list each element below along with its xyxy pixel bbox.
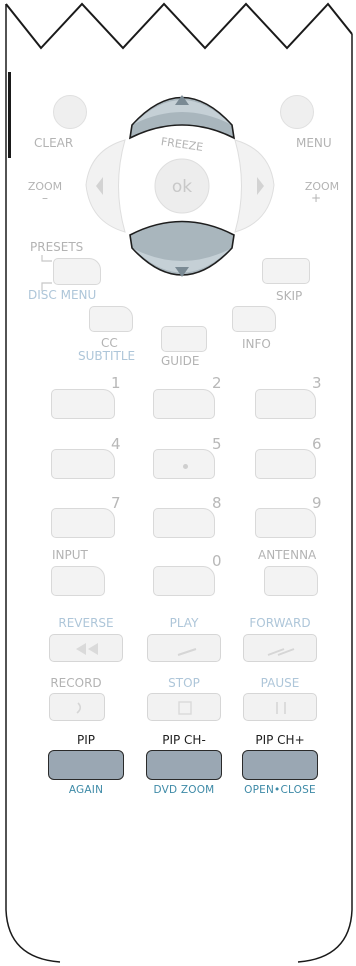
dpad-right-button[interactable] [234,139,275,233]
digit-2-button[interactable] [153,389,215,419]
digit-3-button[interactable] [255,389,316,419]
info-button[interactable] [232,306,276,332]
input-button[interactable] [51,566,105,596]
zoom-minus-sign: – [42,191,48,205]
cc-button[interactable] [89,306,133,332]
play-label: PLAY [169,616,199,630]
clear-button[interactable] [53,95,87,129]
pip-ch-plus-label: PIP CH+ [255,733,305,747]
digit-9-button[interactable] [255,508,316,538]
stop-button[interactable] [147,693,221,721]
menu-button[interactable] [280,95,314,129]
digit-7-button[interactable] [51,508,115,538]
digit-8-button[interactable] [153,508,215,538]
digit-7-label: 7 [111,494,121,512]
digit-4-label: 4 [111,435,121,453]
zoom-plus-label: ZOOM [304,180,340,193]
digit-1-button[interactable] [51,389,115,419]
zoom-plus-sign: + [310,191,322,205]
digit-6-label: 6 [312,435,322,453]
rewind-icon [76,643,98,655]
ok-label: ok [171,177,193,197]
pip-ch-plus-button[interactable] [242,750,318,780]
reverse-button[interactable] [49,634,123,662]
pause-icon [276,702,286,714]
forward-label: FORWARD [249,616,311,630]
digit-4-button[interactable] [51,449,115,479]
antenna-button[interactable] [264,566,318,596]
skip-button[interactable] [262,258,310,284]
pip-ch-minus-button[interactable] [146,750,222,780]
stop-label: STOP [168,676,200,690]
reverse-label: REVERSE [58,616,114,630]
digit-5-button[interactable] [153,449,215,479]
pip-ch-minus-label: PIP CH- [162,733,206,747]
digit-6-button[interactable] [255,449,316,479]
digit-2-label: 2 [212,374,222,392]
record-label: RECORD [50,676,102,690]
digit-0-label: 0 [212,552,222,570]
menu-label: MENU [296,136,332,150]
digit-5-label: 5 [212,435,222,453]
guide-button[interactable] [161,326,207,352]
record-icon [76,702,82,714]
presets-button[interactable] [53,258,101,285]
digit-1-label: 1 [111,374,121,392]
record-button[interactable] [49,693,105,721]
fast-forward-icon [267,648,295,656]
pause-button[interactable] [243,693,317,721]
play-button[interactable] [147,634,221,662]
dpad-left-button[interactable] [85,139,126,233]
again-label: AGAIN [68,784,104,796]
info-label: INFO [242,337,271,351]
pip-button[interactable] [48,750,124,780]
skip-label: SKIP [276,289,303,303]
tactile-dot-icon [183,464,188,469]
subtitle-label: SUBTITLE [78,349,136,363]
clear-label: CLEAR [34,136,74,150]
dvd-zoom-label: DVD ZOOM [153,784,215,796]
stop-icon [178,701,192,715]
digit-0-button[interactable] [153,566,215,596]
digit-3-label: 3 [312,374,322,392]
remote-control: FREEZE ok CLEAR MENU ZOOM – ZOOM + PRESE… [0,0,356,966]
play-icon [177,648,197,656]
input-label: INPUT [52,548,88,562]
pip-label: PIP [76,733,96,747]
antenna-label: ANTENNA [258,548,317,562]
digit-9-label: 9 [312,494,322,512]
disc-menu-label: DISC MENU [28,288,97,302]
guide-label: GUIDE [161,354,200,368]
pause-label: PAUSE [260,676,300,690]
open-close-label: OPEN•CLOSE [244,784,316,796]
digit-8-label: 8 [212,494,222,512]
forward-button[interactable] [243,634,317,662]
